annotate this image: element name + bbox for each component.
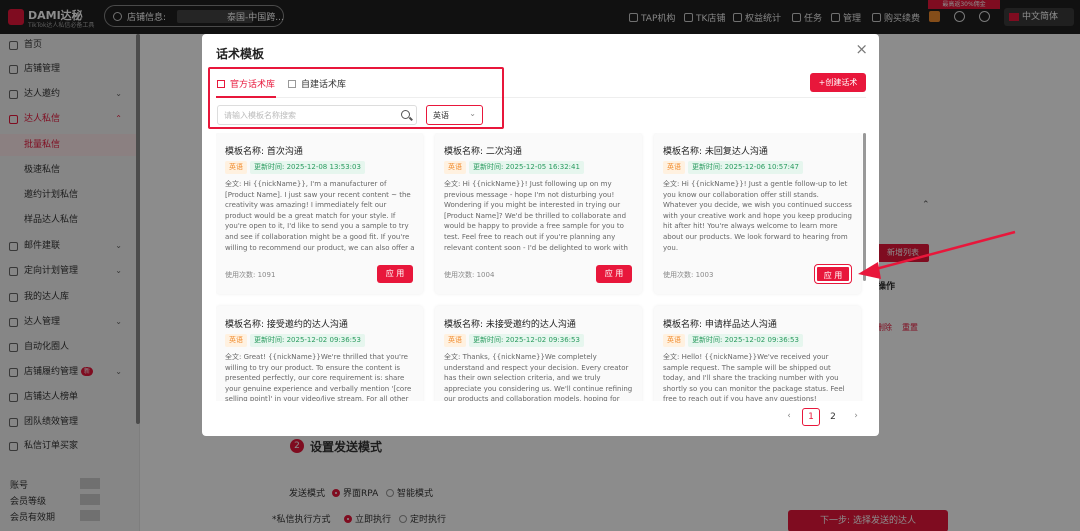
update-time-tag: 更新时间: 2025-12-05 16:32:41	[469, 161, 584, 174]
template-body: 全文: Great! {{nickName}}We're thrilled th…	[225, 353, 412, 401]
language-tag: 英语	[663, 161, 685, 174]
usage-count: 使用次数: 1004	[444, 271, 495, 279]
template-name: 模板名称: 接受邀约的达人沟通	[225, 320, 348, 330]
template-body: 全文: Hello! {{nickName}}We've received yo…	[663, 353, 845, 401]
language-tag: 英语	[444, 161, 466, 174]
template-body: 全文: Thanks, {{nickName}}We completely un…	[444, 353, 633, 401]
template-name: 模板名称: 申请样品达人沟通	[663, 320, 777, 330]
apply-button[interactable]: 应 用	[596, 265, 632, 283]
modal-title: 话术模板	[216, 47, 265, 61]
template-card: 模板名称: 二次沟通 英语 更新时间: 2025-12-05 16:32:41 …	[435, 133, 642, 294]
apply-button[interactable]: 应 用	[377, 265, 413, 283]
pagination-next[interactable]: ›	[849, 408, 863, 426]
template-card: 模板名称: 申请样品达人沟通 英语 更新时间: 2025-12-02 09:36…	[654, 306, 861, 401]
template-name: 模板名称: 二次沟通	[444, 147, 522, 157]
language-tag: 英语	[225, 161, 247, 174]
close-icon[interactable]: ×	[855, 42, 868, 57]
update-time-tag: 更新时间: 2025-12-08 13:53:03	[250, 161, 365, 174]
usage-count: 使用次数: 1091	[225, 271, 276, 279]
template-body: 全文: Hi {{nickName}}! Just a gentle follo…	[663, 180, 853, 252]
apply-button[interactable]: 应 用	[814, 264, 852, 284]
usage-count: 使用次数: 1003	[663, 271, 714, 279]
template-body: 全文: Hi {{nickName}}! Just following up o…	[444, 180, 628, 252]
template-card-list: 模板名称: 首次沟通 英语 更新时间: 2025-12-08 13:53:03 …	[216, 133, 866, 401]
create-template-button[interactable]: +创建话术	[810, 73, 866, 92]
template-body: 全文: Hi {{nickName}}, I'm a manufacturer …	[225, 180, 415, 252]
update-time-tag: 更新时间: 2025-12-02 09:36:53	[250, 334, 365, 347]
language-tag: 英语	[225, 334, 247, 347]
update-time-tag: 更新时间: 2025-12-02 09:36:53	[469, 334, 584, 347]
template-modal: 话术模板 × 官方话术库 自建话术库 +创建话术 请输入模板名称搜索 英语 ⌄ …	[202, 34, 879, 436]
template-name: 模板名称: 未回复达人沟通	[663, 147, 768, 157]
template-name: 模板名称: 首次沟通	[225, 147, 303, 157]
template-card: 模板名称: 首次沟通 英语 更新时间: 2025-12-08 13:53:03 …	[216, 133, 423, 294]
annotation-highlight-box	[208, 67, 504, 129]
template-card: 模板名称: 接受邀约的达人沟通 英语 更新时间: 2025-12-02 09:3…	[216, 306, 423, 401]
modal-scrollbar[interactable]	[863, 133, 866, 281]
language-tag: 英语	[444, 334, 466, 347]
template-name: 模板名称: 未接受邀约的达人沟通	[444, 320, 576, 330]
pagination-page-1[interactable]: 1	[802, 408, 820, 426]
update-time-tag: 更新时间: 2025-12-06 10:57:47	[688, 161, 803, 174]
pagination-page-2[interactable]: 2	[824, 408, 842, 426]
template-card: 模板名称: 未接受邀约的达人沟通 英语 更新时间: 2025-12-02 09:…	[435, 306, 642, 401]
update-time-tag: 更新时间: 2025-12-02 09:36:53	[688, 334, 803, 347]
language-tag: 英语	[663, 334, 685, 347]
template-card: 模板名称: 未回复达人沟通 英语 更新时间: 2025-12-06 10:57:…	[654, 133, 861, 294]
pagination-prev[interactable]: ‹	[782, 408, 796, 426]
